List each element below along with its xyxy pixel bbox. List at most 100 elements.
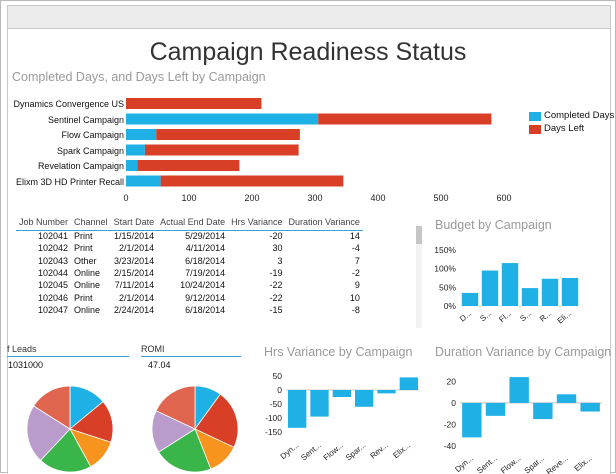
category-label: Flow Campaign (61, 130, 124, 140)
leads-kpi-label: f Leads (7, 344, 37, 354)
cell-hrs-variance: -19 (269, 268, 283, 279)
cell-start-date: 1/15/2014 (114, 231, 155, 242)
bar[interactable] (580, 402, 600, 412)
table-row[interactable]: 102047 Online 2/24/2014 6/18/2014 -15 -8 (16, 304, 363, 316)
hrs-variance-bar-chart[interactable]: 50 0 -50 -100 -150 Dyn...Sent...Flow...Spar..… (258, 366, 428, 473)
cell-duration-variance: -2 (351, 268, 360, 279)
table-scrollbar[interactable] (416, 226, 422, 328)
bar[interactable] (377, 390, 396, 394)
romi-kpi-value: 47.04 (148, 360, 171, 370)
cell-end-date: 9/12/2014 (185, 292, 226, 303)
romi-kpi-underline (141, 356, 241, 357)
cell-channel: Online (74, 304, 101, 315)
campaign-table[interactable]: Job Number Channel Start Date Actual End… (16, 216, 363, 316)
x-tick-label: Spar... (523, 454, 546, 474)
romi-kpi-label: ROMI (141, 344, 165, 354)
budget-chart-title: Budget by Campaign (435, 218, 552, 232)
y-tick-label: -150 (265, 427, 282, 437)
leads-kpi-underline (7, 356, 129, 357)
bar[interactable] (310, 390, 329, 417)
legend-label-days-left: Days Left (544, 123, 585, 134)
bar[interactable] (399, 377, 418, 390)
bar[interactable] (501, 263, 519, 306)
col-start-date[interactable]: Start Date (110, 216, 158, 231)
main-chart-title: Completed Days, and Days Left by Campaig… (12, 70, 266, 84)
x-tick-label: Reve... (545, 454, 570, 474)
y-tick-label: 50% (439, 282, 456, 292)
bar[interactable] (481, 270, 499, 306)
x-tick-label: Spar... (344, 441, 367, 463)
bar[interactable] (288, 390, 307, 428)
y-tick-label: 0% (444, 301, 457, 311)
x-tick-label: 600 (496, 193, 512, 203)
leads-kpi-value: 1031000 (8, 360, 44, 370)
cell-hrs-variance: -22 (269, 280, 283, 291)
cell-job-number: 102042 (37, 243, 69, 254)
cell-start-date: 3/23/2014 (114, 255, 155, 266)
col-channel[interactable]: Channel (71, 216, 111, 231)
table-row[interactable]: 102044 Online 2/15/2014 7/19/2014 -19 -2 (16, 267, 363, 279)
table-row[interactable]: 102041 Print 1/15/2014 5/29/2014 -20 14 (16, 230, 363, 242)
bar[interactable] (461, 292, 479, 306)
x-tick-label: 400 (370, 193, 386, 203)
y-tick-label: -50 (270, 399, 283, 409)
cell-job-number: 102046 (37, 292, 69, 303)
col-job-number[interactable]: Job Number (16, 216, 72, 231)
table-scrollbar-thumb[interactable] (416, 226, 422, 244)
bar[interactable] (561, 278, 579, 306)
legend-item-days-left[interactable]: Days Left (529, 124, 584, 134)
bar[interactable] (541, 278, 559, 306)
bar[interactable] (521, 288, 539, 306)
legend-item-completed[interactable]: Completed Days (529, 111, 614, 121)
cell-duration-variance: 9 (354, 280, 360, 291)
cell-start-date: 7/11/2014 (114, 280, 155, 291)
bar[interactable] (485, 402, 506, 416)
x-tick-label: Sent... (475, 454, 498, 474)
hrs-variance-chart-title: Hrs Variance by Campaign (264, 345, 413, 359)
bar[interactable] (509, 377, 529, 403)
col-duration-variance[interactable]: Duration Variance (285, 216, 363, 231)
x-tick-label: Sent... (299, 441, 322, 463)
legend-swatch-completed (529, 111, 541, 121)
table-row[interactable]: 102045 Online 7/11/2014 10/24/2014 -22 9 (16, 279, 363, 291)
x-tick-label: Flow... (322, 441, 345, 463)
x-tick-label: 100 (181, 193, 197, 203)
x-tick-label: R... (538, 309, 553, 324)
cell-channel: Print (74, 231, 93, 242)
bar[interactable] (355, 390, 374, 407)
x-tick-label: Eli... (556, 309, 574, 326)
cell-channel: Online (74, 280, 101, 291)
x-tick-label: Fl... (497, 309, 513, 324)
x-tick-label: Flow... (499, 454, 522, 474)
x-tick-label: D... (458, 309, 473, 324)
table-row[interactable]: 102043 Other 3/23/2014 6/18/2014 3 7 (16, 255, 363, 267)
romi-pie-chart[interactable] (150, 385, 240, 473)
cell-channel: Print (74, 243, 93, 254)
x-tick-label: Elix... (573, 454, 594, 473)
table-row[interactable]: 102042 Print 2/1/2014 4/11/2014 30 -4 (16, 242, 363, 254)
cell-end-date: 6/18/2014 (185, 304, 226, 315)
budget-bar-chart[interactable]: 0% 50% 100% 150% D... S... Fl... S... R... Eli... (430, 240, 610, 340)
category-label: Sentinel Campaign (47, 114, 124, 125)
x-tick-label: 0 (123, 193, 129, 203)
y-tick-label: 0 (277, 385, 282, 395)
col-hrs-variance[interactable]: Hrs Variance (228, 216, 286, 231)
bar[interactable] (533, 402, 553, 420)
cell-start-date: 2/1/2014 (119, 243, 155, 254)
y-tick-label: -40 (444, 441, 457, 451)
cell-channel: Other (74, 255, 97, 266)
x-tick-label: S... (478, 309, 493, 324)
duration-variance-chart-title: Duration Variance by Campaign (435, 345, 612, 359)
leads-pie-chart[interactable] (25, 385, 115, 473)
bar[interactable] (462, 402, 482, 438)
cell-duration-variance: 10 (349, 292, 360, 303)
table-row[interactable]: 102046 Print 2/1/2014 9/12/2014 -22 10 (16, 291, 363, 303)
cell-duration-variance: 14 (349, 231, 360, 242)
duration-variance-bar-chart[interactable]: 20 0 -20 -40 Dyn... Sent... Flow... Spar...Reve… (430, 366, 610, 474)
col-end-date[interactable]: Actual End Date (157, 216, 229, 231)
y-tick-label: 150% (434, 245, 456, 255)
bar[interactable] (332, 390, 351, 397)
x-tick-label: Dyn... (279, 441, 301, 461)
x-tick-label: 200 (244, 193, 260, 203)
bar[interactable] (556, 394, 577, 403)
